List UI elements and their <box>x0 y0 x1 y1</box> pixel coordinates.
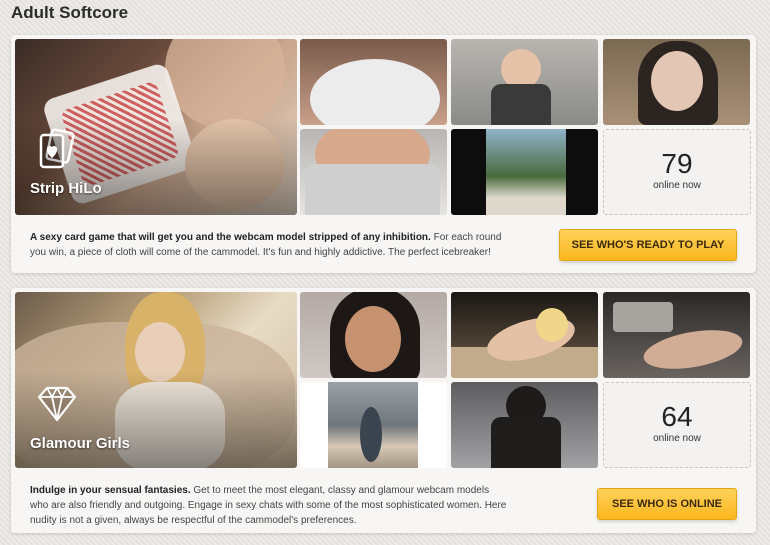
model-thumbnail[interactable] <box>300 129 447 215</box>
model-thumbnail[interactable] <box>300 39 447 125</box>
online-label: online now <box>653 433 701 444</box>
online-count-box: 79 online now <box>603 129 751 215</box>
category-description: A sexy card game that will get you and t… <box>30 230 510 260</box>
see-who-is-online-button[interactable]: SEE WHO IS ONLINE <box>597 488 737 520</box>
playing-card-heart-icon <box>39 128 75 169</box>
page-title: Adult Softcore <box>11 3 129 22</box>
online-label: online now <box>653 180 701 191</box>
category-card-strip-hilo: Strip HiLo 79 online now A sexy card gam… <box>11 35 756 273</box>
online-count: 64 <box>661 401 693 432</box>
description-highlight: Indulge in your sensual fantasies. <box>30 485 191 496</box>
model-thumbnail[interactable] <box>451 39 598 125</box>
category-card-glamour-girls: Glamour Girls 64 online now Indulge in y… <box>11 288 756 533</box>
model-thumbnail[interactable] <box>451 292 598 378</box>
diamond-icon <box>37 386 77 422</box>
hero-banner[interactable]: Strip HiLo <box>15 39 297 215</box>
hero-label: Strip HiLo <box>30 180 102 197</box>
model-thumbnail[interactable] <box>603 292 750 378</box>
model-thumbnail[interactable] <box>451 129 598 215</box>
hero-banner[interactable]: Glamour Girls <box>15 292 297 468</box>
online-count: 79 <box>661 148 693 179</box>
hero-label: Glamour Girls <box>30 435 131 452</box>
model-thumbnail[interactable] <box>451 382 598 468</box>
category-description: Indulge in your sensual fantasies. Get t… <box>30 483 510 528</box>
description-highlight: A sexy card game that will get you and t… <box>30 232 431 243</box>
online-count-box: 64 online now <box>603 382 751 468</box>
model-thumbnail[interactable] <box>603 39 750 125</box>
model-thumbnail[interactable] <box>300 292 447 378</box>
model-thumbnail[interactable] <box>300 382 447 468</box>
see-who-ready-to-play-button[interactable]: SEE WHO'S READY TO PLAY <box>559 229 737 261</box>
